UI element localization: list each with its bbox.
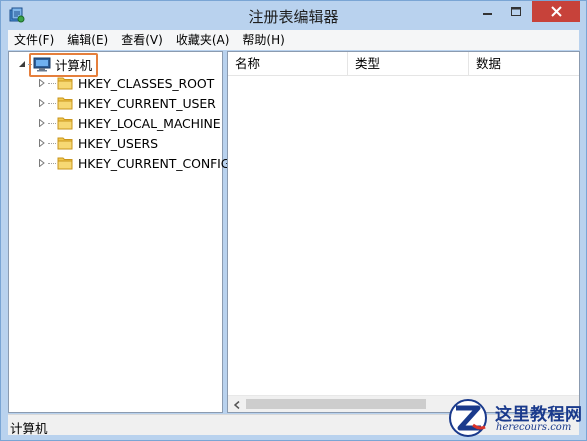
maximize-button[interactable] (503, 1, 529, 22)
tree-connector (48, 82, 56, 84)
computer-icon (33, 57, 51, 72)
minimize-button[interactable] (475, 1, 501, 22)
expand-arrow-icon[interactable] (37, 98, 47, 108)
tree-connector (48, 142, 56, 144)
watermark-logo-icon (449, 399, 487, 437)
column-header-type[interactable]: 类型 (347, 51, 468, 76)
scroll-left-button[interactable] (228, 396, 245, 413)
watermark-url: herecours.com (496, 422, 572, 433)
column-header-row: 名称 类型 数据 (228, 51, 579, 76)
scroll-thumb[interactable] (246, 399, 426, 409)
tree-connector (28, 63, 32, 65)
column-header-data[interactable]: 数据 (468, 51, 579, 76)
tree-node-hkey-local-machine[interactable]: HKEY_LOCAL_MACHINE (37, 113, 221, 133)
folder-icon (57, 96, 78, 110)
tree-node-hkey-current-config[interactable]: HKEY_CURRENT_CONFIG (37, 153, 230, 173)
expand-arrow-icon[interactable] (37, 118, 47, 128)
tree-node-label: HKEY_CURRENT_USER (78, 95, 216, 111)
tree-node-computer[interactable]: 计算机 (17, 54, 92, 74)
tree-node-hkey-classes-root[interactable]: HKEY_CLASSES_ROOT (37, 73, 214, 93)
site-watermark: 这里教程网 herecours.com (441, 395, 586, 440)
tree-node-label: HKEY_USERS (78, 135, 158, 151)
tree-node-label: HKEY_CURRENT_CONFIG (78, 155, 231, 171)
menu-bar: 文件(F) 编辑(E) 查看(V) 收藏夹(A) 帮助(H) (8, 30, 579, 50)
menu-view[interactable]: 查看(V) (115, 30, 170, 50)
tree-connector (48, 102, 56, 104)
status-path: 计算机 (10, 421, 48, 436)
expand-arrow-icon[interactable] (37, 158, 47, 168)
tree-node-label: HKEY_LOCAL_MACHINE (78, 115, 221, 131)
folder-icon (57, 76, 78, 90)
collapse-arrow-icon[interactable] (17, 59, 27, 69)
title-bar[interactable]: 注册表编辑器 (1, 1, 586, 29)
column-header-name[interactable]: 名称 (228, 52, 347, 76)
tree-connector (48, 122, 56, 124)
menu-favorites[interactable]: 收藏夹(A) (170, 30, 237, 50)
registry-tree[interactable]: 计算机 HKEY_CLASSES_ROOT HKEY_CURRENT_USER … (8, 51, 230, 413)
values-list[interactable]: 名称 类型 数据 (227, 51, 580, 413)
close-icon (550, 6, 562, 17)
minimize-icon (483, 12, 492, 15)
regedit-window: 注册表编辑器 文件(F) 编辑(E) 查看(V) 收藏夹(A) 帮助(H) 计算… (0, 0, 587, 441)
scroll-left-icon (233, 400, 239, 409)
tree-node-label: 计算机 (55, 57, 93, 73)
tree-connector (48, 162, 56, 164)
folder-icon (57, 136, 78, 150)
tree-node-hkey-users[interactable]: HKEY_USERS (37, 133, 158, 153)
expand-arrow-icon[interactable] (37, 138, 47, 148)
maximize-icon (510, 6, 521, 16)
tree-node-label: HKEY_CLASSES_ROOT (78, 75, 215, 91)
expand-arrow-icon[interactable] (37, 78, 47, 88)
menu-file[interactable]: 文件(F) (8, 30, 61, 50)
folder-icon (57, 156, 78, 170)
tree-node-hkey-current-user[interactable]: HKEY_CURRENT_USER (37, 93, 216, 113)
menu-help[interactable]: 帮助(H) (236, 30, 291, 50)
folder-icon (57, 116, 78, 130)
menu-edit[interactable]: 编辑(E) (61, 30, 115, 50)
close-button[interactable] (532, 1, 580, 22)
